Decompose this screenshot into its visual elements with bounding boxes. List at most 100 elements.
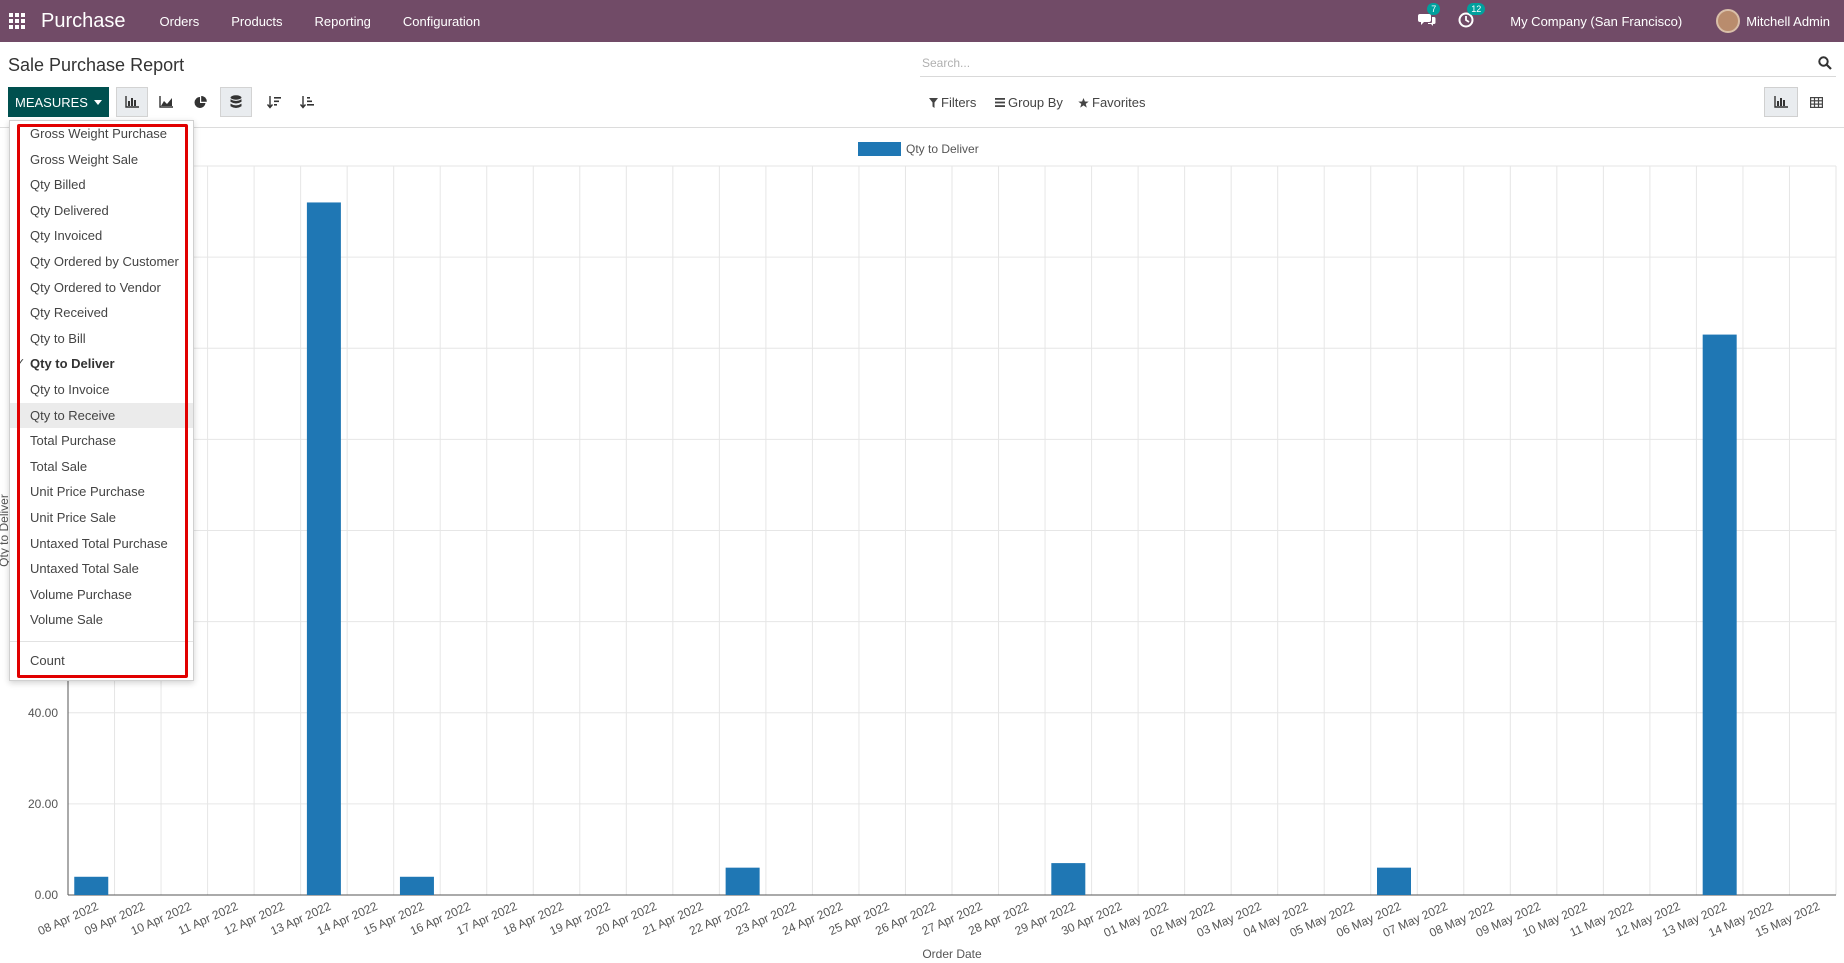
bar-chart-button[interactable] (116, 87, 148, 117)
bar-chart-icon (1774, 96, 1788, 108)
legend-label: Qty to Deliver (906, 142, 979, 156)
messages-button[interactable]: 7 (1418, 3, 1441, 30)
filters-label: Filters (941, 95, 977, 110)
measure-item-qty-to-bill[interactable]: Qty to Bill (10, 326, 193, 352)
measure-item-total-sale[interactable]: Total Sale (10, 454, 193, 480)
favorites-dropdown[interactable]: Favorites (1078, 95, 1145, 110)
app-switcher-icon[interactable] (9, 12, 26, 30)
measure-item-unit-price-sale[interactable]: Unit Price Sale (10, 505, 193, 531)
measure-label: Qty to Receive (30, 407, 116, 423)
y-tick-label: 0.00 (35, 888, 59, 902)
database-icon (230, 95, 242, 108)
measure-label: Qty Delivered (30, 202, 109, 218)
line-chart-button[interactable] (150, 87, 182, 117)
activities-button[interactable]: 12 (1458, 3, 1486, 30)
measures-dropdown: Gross Weight Purchase Gross Weight Sale Qt… (9, 120, 194, 681)
menu-products[interactable]: Products (231, 14, 282, 29)
measure-item-qty-delivered[interactable]: Qty Delivered (10, 198, 193, 224)
measures-label: MEASURES (15, 94, 88, 110)
bar (725, 867, 760, 895)
bar-chart: 0.0020.0040.0008 Apr 202209 Apr 202210 A… (0, 142, 1837, 961)
measures-button[interactable]: MEASURES (8, 87, 109, 117)
group-by-label: Group By (1008, 95, 1063, 110)
menu-reporting[interactable]: Reporting (315, 14, 371, 29)
descending-sort-button[interactable] (258, 87, 290, 117)
graph-view-button[interactable] (1764, 87, 1798, 117)
stacked-button[interactable] (220, 87, 252, 117)
list-icon (995, 98, 1005, 107)
measure-label: Qty Billed (30, 177, 86, 193)
measure-label: Gross Weight Purchase (30, 126, 168, 141)
measure-item-count[interactable]: Count (10, 648, 193, 674)
search-icon[interactable] (1818, 56, 1832, 70)
measure-item-untaxed-total-sale[interactable]: Untaxed Total Sale (10, 556, 193, 582)
x-axis-label: Order Date (922, 947, 982, 961)
sort-descending-icon (267, 95, 281, 109)
measure-item-qty-received[interactable]: Qty Received (10, 300, 193, 326)
measure-item-total-purchase[interactable]: Total Purchase (10, 428, 193, 454)
measure-label: Gross Weight Sale (30, 151, 139, 167)
area-chart-icon (159, 96, 173, 108)
bar (1051, 863, 1086, 895)
caret-down-icon (93, 99, 102, 105)
measure-item-qty-ordered-by-customer[interactable]: Qty Ordered by Customer (10, 249, 193, 275)
menu-configuration[interactable]: Configuration (403, 14, 480, 29)
bar (1377, 867, 1411, 895)
measure-label: Volume Sale (30, 612, 103, 628)
measure-item-qty-billed[interactable]: Qty Billed (10, 172, 193, 198)
bar (399, 876, 434, 895)
measure-item-qty-to-deliver[interactable]: ✓ Qty to Deliver (10, 351, 193, 377)
measure-label: Qty Ordered to Vendor (30, 279, 161, 295)
table-icon (1809, 96, 1823, 108)
measure-item-qty-invoiced[interactable]: Qty Invoiced (10, 223, 193, 249)
search-input[interactable] (920, 51, 1800, 75)
star-icon (1078, 97, 1089, 108)
measure-label: Untaxed Total Sale (30, 561, 139, 577)
messages-badge: 7 (1427, 3, 1441, 15)
measure-item-volume-purchase[interactable]: Volume Purchase (10, 582, 193, 608)
activities-badge: 12 (1467, 3, 1486, 15)
measure-label: Unit Price Purchase (30, 484, 145, 500)
app-name[interactable]: Purchase (41, 10, 126, 33)
pivot-view-button[interactable] (1799, 87, 1833, 117)
page-title: Sale Purchase Report (8, 55, 185, 75)
measure-item-untaxed-total-purchase[interactable]: Untaxed Total Purchase (10, 531, 193, 557)
measure-item-volume-sale[interactable]: Volume Sale (10, 607, 193, 633)
menu-orders[interactable]: Orders (160, 14, 200, 29)
avatar[interactable] (1716, 9, 1741, 33)
favorites-label: Favorites (1092, 95, 1146, 110)
top-navbar: Purchase Orders Products Reporting Confi… (0, 0, 1844, 42)
measures-list: Gross Weight Purchase Gross Weight Sale Qt… (10, 121, 193, 633)
measure-label: Volume Purchase (30, 586, 132, 602)
measure-label: Qty to Deliver (30, 356, 115, 372)
graph-view: 0.00 20.00 40.00 08 Apr 2022 09 Apr 2022 10 A… (0, 128, 1844, 963)
filter-icon (929, 97, 938, 108)
search-bar (920, 51, 1836, 77)
measure-item-qty-ordered-to-vendor[interactable]: Qty Ordered to Vendor (10, 275, 193, 301)
group-by-dropdown[interactable]: Group By (995, 95, 1063, 110)
measure-label: Unit Price Sale (30, 509, 116, 525)
measure-item-unit-price-purchase[interactable]: Unit Price Purchase (10, 479, 193, 505)
measure-label: Total Purchase (30, 433, 116, 449)
measure-item-qty-to-receive[interactable]: Qty to Receive (10, 402, 193, 429)
measure-label: Qty to Invoice (30, 381, 110, 397)
bar (74, 876, 109, 895)
measure-label: Qty Ordered by Customer (30, 253, 179, 269)
y-tick-label: 20.00 (28, 797, 58, 811)
user-menu[interactable]: Mitchell Admin (1746, 14, 1830, 29)
measure-label: Qty Received (30, 305, 109, 321)
bar (1702, 334, 1737, 895)
ascending-sort-button[interactable] (291, 87, 323, 117)
measure-item-qty-to-invoice[interactable]: Qty to Invoice (10, 377, 193, 403)
pie-chart-icon (194, 95, 207, 108)
company-switcher[interactable]: My Company (San Francisco) (1510, 14, 1682, 29)
measure-item-gross-weight-sale[interactable]: Gross Weight Sale (10, 147, 193, 173)
measure-item-gross-weight-purchase[interactable]: Gross Weight Purchase (10, 121, 193, 147)
legend-swatch (858, 142, 901, 156)
measure-label: Untaxed Total Purchase (30, 535, 168, 551)
filters-dropdown[interactable]: Filters (929, 95, 976, 110)
measure-label: Total Sale (30, 458, 88, 474)
pie-chart-button[interactable] (184, 87, 216, 117)
measure-label: Qty to Bill (30, 330, 86, 346)
y-tick-label: 40.00 (28, 706, 58, 720)
